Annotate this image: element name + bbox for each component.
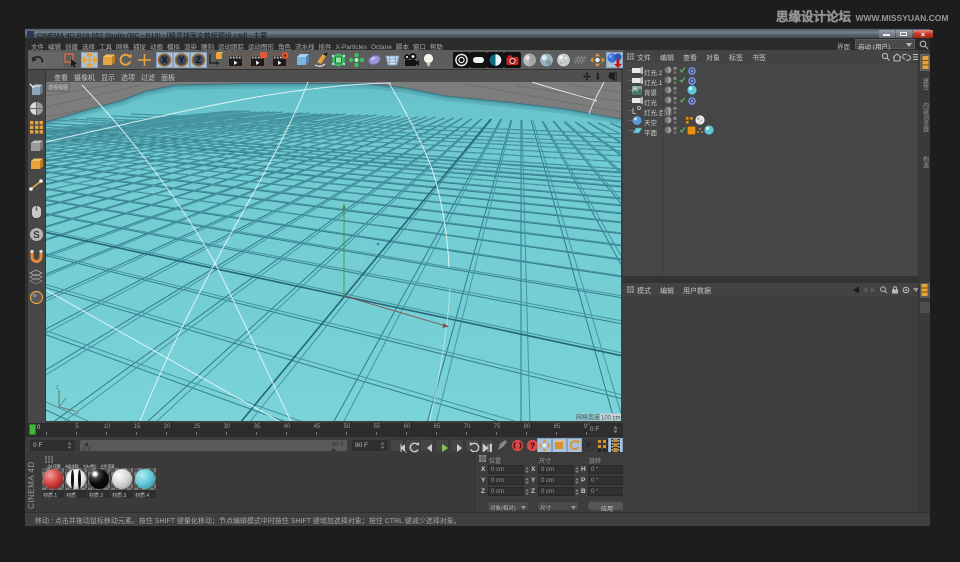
svg-text:?: ? [530,440,535,450]
svg-text:P: P [586,442,592,451]
svg-text:100 cm: 100 cm [601,416,621,422]
svg-text:S: S [33,230,40,241]
svg-text:Y: Y [178,55,184,65]
svg-text:L: L [632,107,637,116]
svg-text:x: x [76,411,79,417]
svg-text:X: X [161,55,167,65]
svg-text:z: z [56,385,59,391]
svg-text:Z: Z [196,55,202,65]
svg-text:网格宽度: 网格宽度 [576,414,600,422]
